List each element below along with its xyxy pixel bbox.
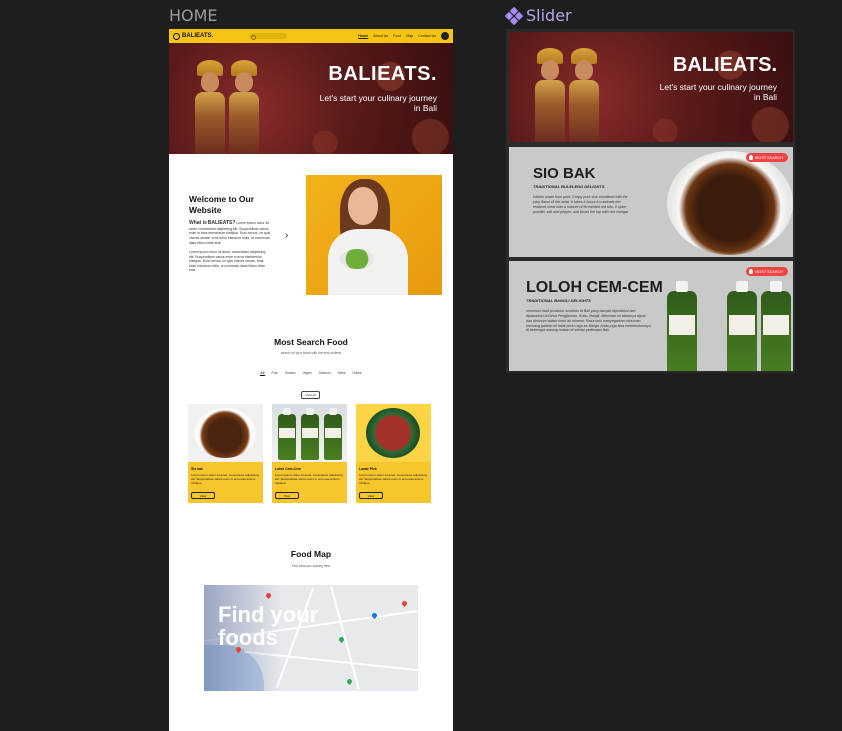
search-input[interactable] [249, 33, 288, 40]
filter-tab[interactable]: Vegan [303, 371, 312, 376]
frame-label-slider[interactable]: Slider [504, 6, 572, 25]
slide-sio-bak[interactable]: MOST SEARCH SIO BAK TRADITIONAL BULELENG… [509, 147, 793, 257]
filter-tab[interactable]: Snacks [285, 371, 295, 376]
food-map[interactable]: Find your foods [204, 585, 418, 691]
slide-food-title: SIO BAK [533, 165, 596, 182]
home-frame[interactable]: BALIEATS. Home About Us Food Map Contact… [169, 29, 453, 731]
slider-frame[interactable]: BALIEATS. Let's start your culinary jour… [506, 29, 795, 373]
hero-banner: BALIEATS. Let's start your culinary jour… [169, 43, 453, 154]
map-pin-icon[interactable] [345, 677, 354, 686]
hero-subtitle: Let's start your culinary journey in Bal… [319, 93, 437, 114]
brand-logo-icon [173, 32, 180, 40]
welcome-photo [306, 175, 442, 295]
welcome-paragraph-2: Lorem ipsum dolor sit amet, consectetur … [189, 250, 266, 273]
loloh-bottle-image [727, 281, 757, 371]
food-card[interactable]: Lawar Plek Lorem ipsum dolor sit amet, c… [356, 404, 431, 503]
component-icon [504, 6, 524, 25]
sio-bak-image [667, 151, 793, 255]
slide-food-subtitle: TRADITIONAL BANGLI DELIGHTS [526, 298, 591, 303]
welcome-lead-brand: BALIEATS? [207, 220, 236, 226]
filter-tab[interactable]: Pork [272, 371, 279, 376]
nav-link-about[interactable]: About Us [373, 34, 388, 38]
food-map-title: Food Map [290, 549, 332, 559]
dancer-image [225, 58, 263, 154]
most-search-subtitle: search on your foods with the best revie… [280, 351, 342, 355]
slide-title: BALIEATS. [672, 54, 777, 76]
slide-food-subtitle: TRADITIONAL BULELENG DELIGHTS [533, 184, 605, 189]
food-cards: Sio bak Lorem ipsum dolor sit amet, cons… [188, 404, 431, 503]
view-all-button[interactable]: View all [301, 391, 320, 399]
figma-canvas: HOME Slider BALIEATS. Home About Us Food… [0, 0, 842, 731]
loloh-bottle-image [761, 281, 791, 371]
frame-label-slider-text: Slider [526, 6, 572, 25]
slide-loloh-cem-cem[interactable]: MOST SEARCH LOLOH CEM-CEM TRADITIONAL BA… [509, 261, 793, 371]
most-search-badge: MOST SEARCH [746, 153, 788, 162]
welcome-section: Welcome to Our Website What is BALIEATS?… [169, 154, 453, 324]
food-card-desc: Lorem ipsum dolor sit amet, consectetur … [191, 473, 259, 485]
brand[interactable]: BALIEATS. [173, 32, 214, 40]
filter-tab[interactable]: All [260, 371, 265, 376]
fire-icon [749, 155, 754, 160]
frame-label-home[interactable]: HOME [169, 6, 218, 25]
food-image [188, 404, 263, 462]
slide-food-desc: Dishes made from pork. Crispy pork skin … [533, 195, 629, 214]
slide-subtitle: Let's start your culinary journey in Bal… [659, 82, 777, 103]
dancer-image [565, 46, 603, 142]
food-card-name: Loloh Cem-Cem [275, 467, 301, 471]
view-button[interactable]: View [275, 492, 299, 499]
chevron-right-icon[interactable]: › [285, 230, 288, 241]
welcome-paragraph: What is BALIEATS? Lorem ipsum dolor sit … [189, 220, 271, 245]
filter-tab[interactable]: Seafood [319, 371, 331, 376]
welcome-lead-prefix: What is [189, 220, 207, 226]
view-button[interactable]: View [359, 492, 383, 499]
badge-label: MOST SEARCH [755, 269, 783, 274]
badge-label: MOST SEARCH [755, 155, 783, 160]
nav-link-contact[interactable]: Contact Us [418, 34, 436, 38]
dancer-image [191, 58, 229, 154]
nav-link-home[interactable]: Home [358, 34, 368, 38]
most-search-title: Most Search Food [274, 337, 348, 347]
slide-food-desc: minuman hasil produksi rumahan di Bali y… [526, 309, 651, 333]
slide-balieats[interactable]: BALIEATS. Let's start your culinary jour… [509, 32, 793, 142]
welcome-title: Welcome to Our Website [189, 194, 255, 215]
dancer-image [531, 46, 569, 142]
food-card[interactable]: Loloh Cem-Cem Lorem ipsum dolor sit amet… [272, 404, 347, 503]
fire-icon [749, 269, 754, 274]
most-search-badge: MOST SEARCH [746, 267, 788, 276]
hero-title: BALIEATS. [328, 63, 437, 85]
nav-links: Home About Us Food Map Contact Us [358, 34, 436, 38]
map-heading: Find your foods [218, 602, 319, 651]
filter-tab[interactable]: Drinks [352, 371, 361, 376]
avatar[interactable] [441, 32, 449, 40]
food-card-name: Lawar Plek [359, 467, 377, 471]
food-card[interactable]: Sio bak Lorem ipsum dolor sit amet, cons… [188, 404, 263, 503]
food-image [356, 404, 431, 462]
filter-tabs: All Pork Snacks Vegan Seafood Sides Drin… [169, 371, 453, 376]
map-pin-icon[interactable] [400, 599, 409, 608]
nav-link-food[interactable]: Food [393, 34, 401, 38]
navbar: BALIEATS. Home About Us Food Map Contact… [169, 29, 453, 43]
filter-tab[interactable]: Sides [338, 371, 346, 376]
view-button[interactable]: View [191, 492, 215, 499]
food-image [272, 404, 347, 462]
brand-name: BALIEATS. [182, 33, 214, 39]
loloh-bottle-image [667, 281, 697, 371]
food-card-name: Sio bak [191, 467, 204, 471]
food-card-desc: Lorem ipsum dolor sit amet, consectetur … [275, 473, 343, 485]
nav-link-map[interactable]: Map [406, 34, 413, 38]
food-map-subtitle: Find what you craving here [291, 564, 331, 568]
slide-food-title: LOLOH CEM-CEM [526, 279, 663, 296]
food-card-desc: Lorem ipsum dolor sit amet, consectetur … [359, 473, 427, 485]
